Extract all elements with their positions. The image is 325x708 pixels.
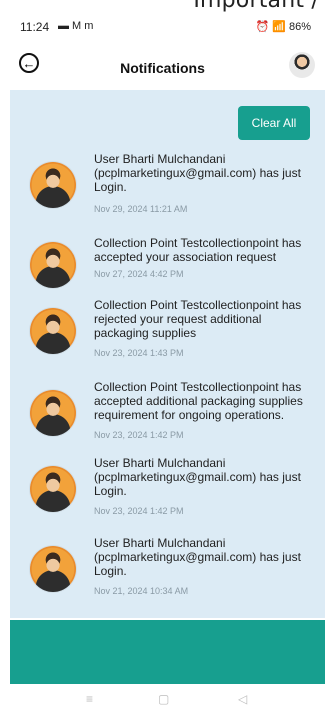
notification-text: User Bharti Mulchandani (pcplmarketingux… xyxy=(94,536,301,578)
status-time: 11:24 xyxy=(20,20,50,34)
avatar xyxy=(30,162,76,208)
clear-all-button[interactable]: Clear All xyxy=(238,106,310,140)
status-bar: 11:24 ▬ M m ⏰ 📶 86% xyxy=(0,18,325,40)
notification-text: Collection Point Testcollectionpoint has… xyxy=(94,380,303,422)
notification-time: Nov 27, 2024 4:42 PM xyxy=(94,269,184,279)
notifications-panel: Clear All User Bharti Mulchandani (pcplm… xyxy=(10,90,325,618)
status-right-icons: ⏰ 📶 86% xyxy=(255,21,311,33)
notification-time: Nov 23, 2024 1:43 PM xyxy=(94,348,184,358)
notification-text: User Bharti Mulchandani (pcplmarketingux… xyxy=(94,152,301,194)
notification-text: Collection Point Testcollectionpoint has… xyxy=(94,298,302,340)
overlay-text: Important / xyxy=(193,0,319,13)
notification-text: Collection Point Testcollectionpoint has… xyxy=(94,236,302,264)
system-nav-bar: ≡ ▢ ◁ xyxy=(0,690,325,708)
notification-time: Nov 23, 2024 1:42 PM xyxy=(94,506,184,516)
app-header: ← Notifications xyxy=(0,50,325,88)
avatar xyxy=(30,466,76,512)
avatar xyxy=(30,242,76,288)
avatar xyxy=(30,546,76,592)
page-title: Notifications xyxy=(120,60,205,76)
status-left-icons: ▬ M m xyxy=(58,20,94,32)
back-icon[interactable]: ◁ xyxy=(238,692,247,706)
home-icon[interactable]: ▢ xyxy=(158,692,169,706)
notification-text: User Bharti Mulchandani (pcplmarketingux… xyxy=(94,456,301,498)
notification-time: Nov 23, 2024 1:42 PM xyxy=(94,430,184,440)
avatar xyxy=(30,390,76,436)
notification-time: Nov 21, 2024 10:34 AM xyxy=(94,586,189,596)
bottom-band xyxy=(10,620,325,684)
notification-time: Nov 29, 2024 11:21 AM xyxy=(94,204,188,214)
avatar xyxy=(30,308,76,354)
menu-icon[interactable]: ≡ xyxy=(86,692,93,706)
profile-avatar[interactable] xyxy=(289,52,315,78)
